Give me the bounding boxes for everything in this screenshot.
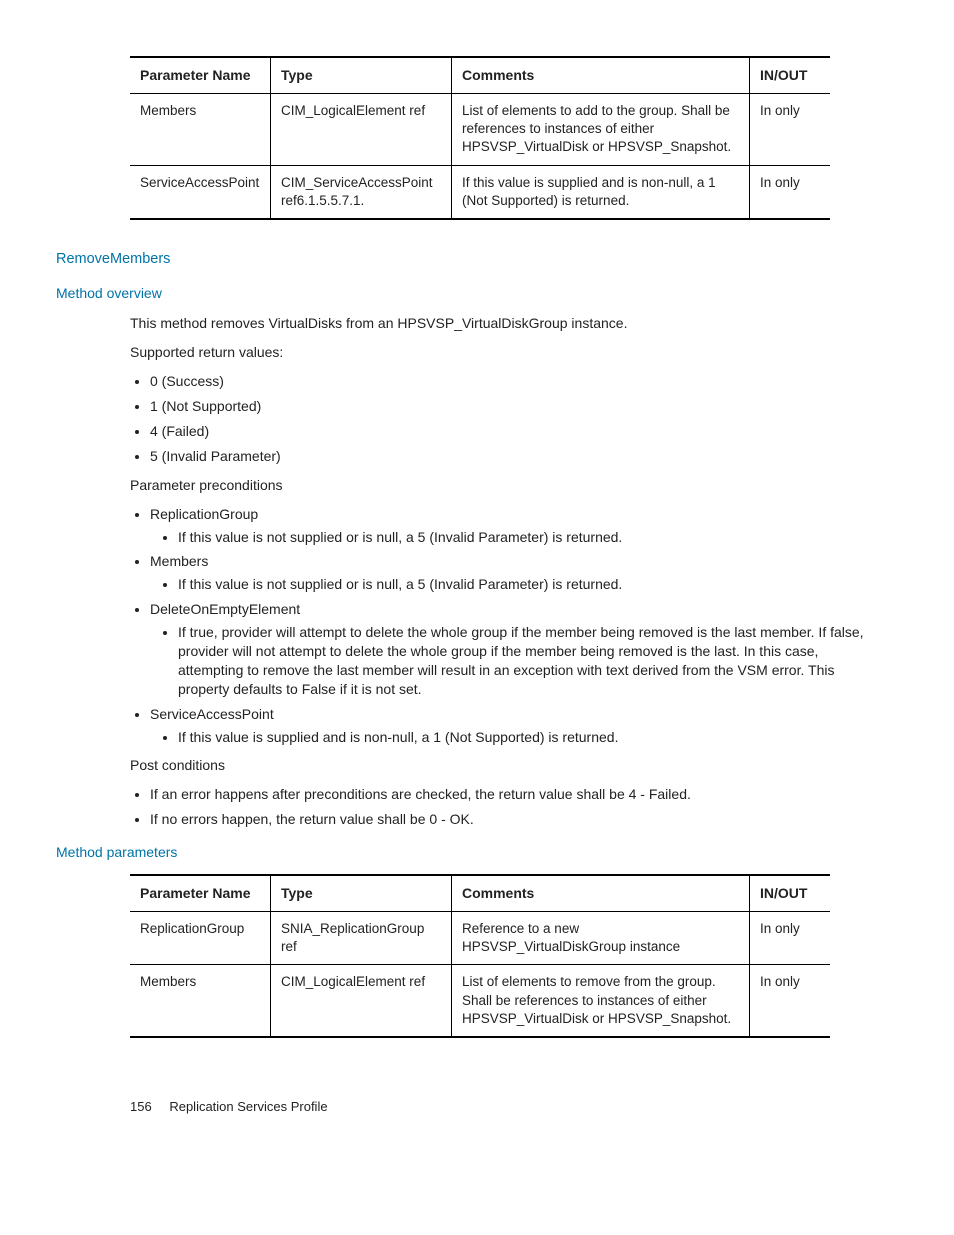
cell-name: Members xyxy=(130,965,271,1037)
return-values-list: 0 (Success) 1 (Not Supported) 4 (Failed)… xyxy=(130,372,884,466)
postconditions-label: Post conditions xyxy=(130,756,884,775)
list-item: If this value is supplied and is non-nul… xyxy=(178,728,884,747)
page-footer: 156 Replication Services Profile xyxy=(130,1098,884,1116)
table-header-row: Parameter Name Type Comments IN/OUT xyxy=(130,57,830,93)
cell-inout: In only xyxy=(750,93,831,165)
th-comments: Comments xyxy=(452,875,750,911)
cell-comments: Reference to a new HPSVSP_VirtualDiskGro… xyxy=(452,911,750,964)
cell-comments: List of elements to add to the group. Sh… xyxy=(452,93,750,165)
cell-name: ReplicationGroup xyxy=(130,911,271,964)
table-row: ServiceAccessPoint CIM_ServiceAccessPoin… xyxy=(130,165,830,219)
list-item: ReplicationGroup If this value is not su… xyxy=(150,505,884,547)
cell-name: ServiceAccessPoint xyxy=(130,165,271,219)
th-parameter-name: Parameter Name xyxy=(130,57,271,93)
precond-name: ReplicationGroup xyxy=(150,506,258,522)
cell-type: CIM_LogicalElement ref xyxy=(271,93,452,165)
cell-comments: List of elements to remove from the grou… xyxy=(452,965,750,1037)
th-inout: IN/OUT xyxy=(750,875,831,911)
supported-return-label: Supported return values: xyxy=(130,343,884,362)
th-parameter-name: Parameter Name xyxy=(130,875,271,911)
cell-type: CIM_ServiceAccessPoint ref6.1.5.5.7.1. xyxy=(271,165,452,219)
list-item: 1 (Not Supported) xyxy=(150,397,884,416)
postconditions-list: If an error happens after preconditions … xyxy=(130,785,884,829)
heading-remove-members: RemoveMembers xyxy=(56,250,884,270)
cell-type: SNIA_ReplicationGroup ref xyxy=(271,911,452,964)
cell-inout: In only xyxy=(750,965,831,1037)
heading-method-overview: Method overview xyxy=(56,284,884,303)
table-header-row: Parameter Name Type Comments IN/OUT xyxy=(130,875,830,911)
list-item: DeleteOnEmptyElement If true, provider w… xyxy=(150,600,884,698)
cell-inout: In only xyxy=(750,911,831,964)
precond-name: DeleteOnEmptyElement xyxy=(150,601,300,617)
th-type: Type xyxy=(271,875,452,911)
list-item: Members If this value is not supplied or… xyxy=(150,552,884,594)
list-item: If no errors happen, the return value sh… xyxy=(150,810,884,829)
list-item: If this value is not supplied or is null… xyxy=(178,575,884,594)
preconditions-label: Parameter preconditions xyxy=(130,476,884,495)
sublist: If this value is supplied and is non-nul… xyxy=(150,728,884,747)
overview-intro: This method removes VirtualDisks from an… xyxy=(130,314,884,333)
sublist: If this value is not supplied or is null… xyxy=(150,575,884,594)
table-row: ReplicationGroup SNIA_ReplicationGroup r… xyxy=(130,911,830,964)
list-item: 4 (Failed) xyxy=(150,422,884,441)
list-item: ServiceAccessPoint If this value is supp… xyxy=(150,705,884,747)
list-item: If true, provider will attempt to delete… xyxy=(178,623,884,699)
sublist: If true, provider will attempt to delete… xyxy=(150,623,884,699)
cell-name: Members xyxy=(130,93,271,165)
list-item: If this value is not supplied or is null… xyxy=(178,528,884,547)
precond-name: ServiceAccessPoint xyxy=(150,706,274,722)
cell-type: CIM_LogicalElement ref xyxy=(271,965,452,1037)
page-number: 156 xyxy=(130,1099,152,1114)
method-overview-body: This method removes VirtualDisks from an… xyxy=(130,314,884,829)
th-inout: IN/OUT xyxy=(750,57,831,93)
precond-name: Members xyxy=(150,553,208,569)
footer-title: Replication Services Profile xyxy=(169,1099,327,1114)
list-item: 5 (Invalid Parameter) xyxy=(150,447,884,466)
list-item: 0 (Success) xyxy=(150,372,884,391)
table-row: Members CIM_LogicalElement ref List of e… xyxy=(130,93,830,165)
parameter-table-1: Parameter Name Type Comments IN/OUT Memb… xyxy=(130,56,830,220)
cell-comments: If this value is supplied and is non-nul… xyxy=(452,165,750,219)
sublist: If this value is not supplied or is null… xyxy=(150,528,884,547)
table-row: Members CIM_LogicalElement ref List of e… xyxy=(130,965,830,1037)
th-comments: Comments xyxy=(452,57,750,93)
cell-inout: In only xyxy=(750,165,831,219)
preconditions-list: ReplicationGroup If this value is not su… xyxy=(130,505,884,747)
heading-method-parameters: Method parameters xyxy=(56,843,884,862)
th-type: Type xyxy=(271,57,452,93)
parameter-table-2: Parameter Name Type Comments IN/OUT Repl… xyxy=(130,874,830,1038)
list-item: If an error happens after preconditions … xyxy=(150,785,884,804)
